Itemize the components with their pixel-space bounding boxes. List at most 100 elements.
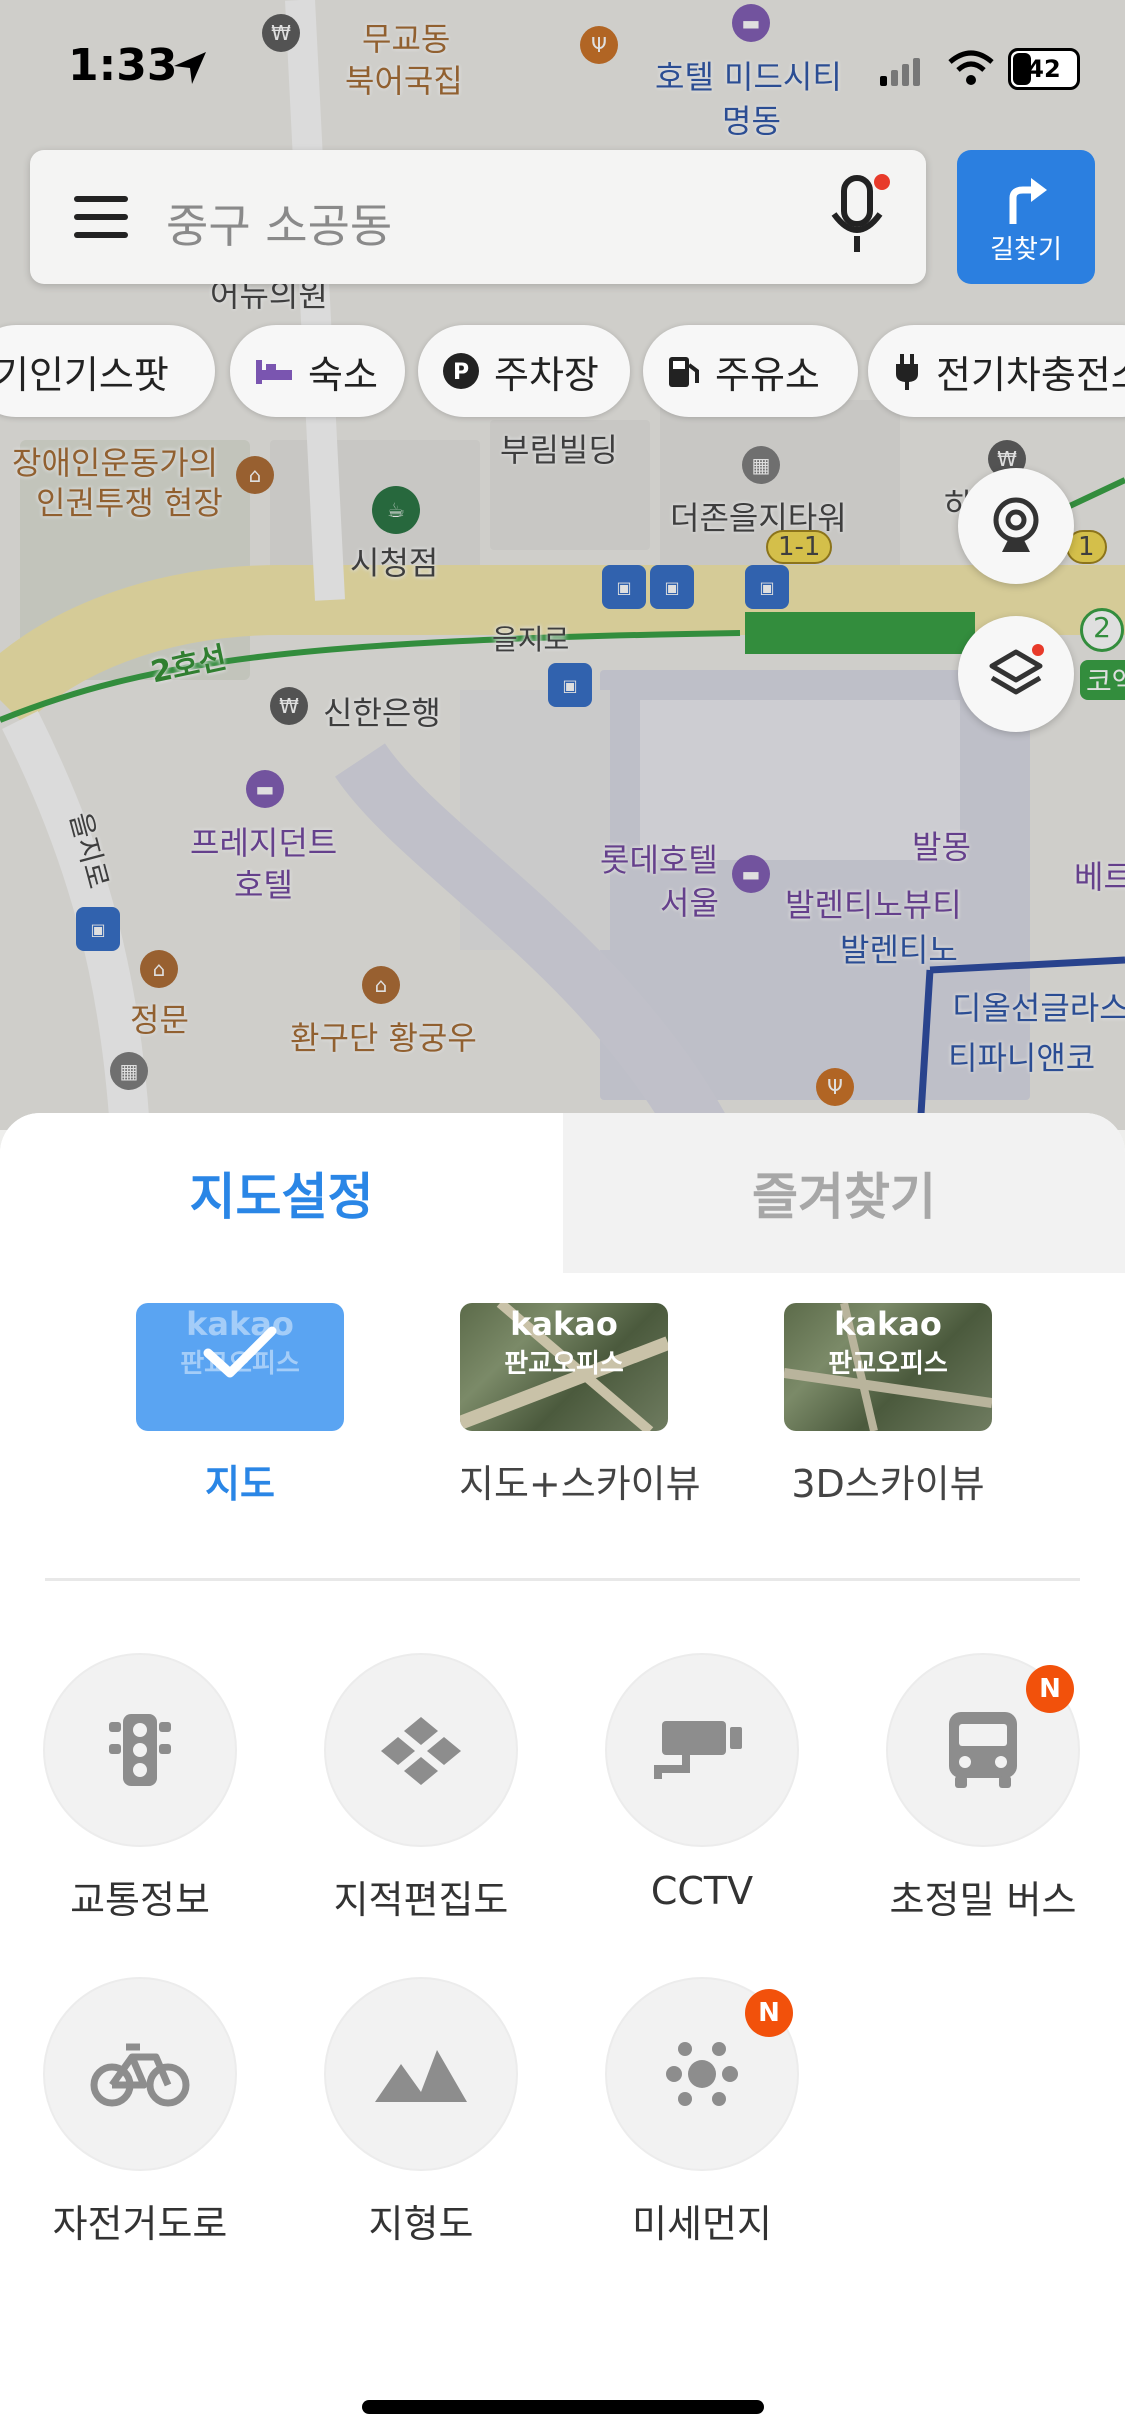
layer-bicycle[interactable]: 자전거도로 xyxy=(40,1977,240,2248)
map-type-label: 3D스카이뷰 xyxy=(791,1462,985,1506)
thumbnail-subtitle: 판교오피스 xyxy=(504,1349,624,1379)
map-label: 프레지던트 xyxy=(190,824,338,862)
landmark-icon[interactable]: ⌂ xyxy=(362,966,400,1004)
chip-ev-charger[interactable]: 전기차충전소 xyxy=(868,325,1125,417)
hotel-icon[interactable]: ▬ xyxy=(246,770,284,808)
layer-fine-dust[interactable]: N 미세먼지 xyxy=(602,1977,802,2248)
chip-label: 주유소 xyxy=(715,352,820,397)
layer-label: 교통정보 xyxy=(70,1878,210,1922)
search-input[interactable]: 중구 소공동 xyxy=(166,190,392,256)
search-bar[interactable]: 중구 소공동 xyxy=(30,150,926,284)
mountain-icon xyxy=(324,1977,518,2171)
layer-cctv[interactable]: CCTV xyxy=(602,1653,802,1913)
map-label: 디올선글라스 xyxy=(952,989,1125,1027)
battery-icon: 42 xyxy=(1008,48,1080,90)
bicycle-icon xyxy=(43,1977,237,2171)
landmark-icon[interactable]: ⌂ xyxy=(236,456,274,494)
hotel-icon[interactable]: ▬ xyxy=(732,855,770,893)
map-label: 정문 xyxy=(130,1001,189,1039)
map-label: 시청점 xyxy=(350,544,439,582)
divider xyxy=(45,1578,1080,1581)
subway-station-badge: 2 xyxy=(1080,608,1124,652)
layer-precise-bus[interactable]: N 초정밀 버스 xyxy=(883,1653,1083,1924)
starbucks-icon[interactable]: ☕ xyxy=(372,486,420,534)
status-bar: 1:33 42 xyxy=(0,0,1125,130)
map-label: 서울 xyxy=(660,884,719,922)
layer-label: CCTV xyxy=(650,1869,754,1913)
layer-terrain[interactable]: 지형도 xyxy=(321,1977,521,2248)
map-type-basic[interactable]: kakao 판교오피스 지도 xyxy=(135,1303,345,1508)
menu-icon[interactable] xyxy=(74,194,130,240)
chip-lodging[interactable]: 숙소 xyxy=(230,325,405,417)
layer-label: 지적편집도 xyxy=(333,1878,509,1922)
bus-stop-icon[interactable]: ▣ xyxy=(602,565,646,609)
map-type-3d-skyview[interactable]: kakao 판교오피스 3D스카이뷰 xyxy=(783,1303,993,1508)
bus-stop-icon[interactable]: ▣ xyxy=(76,907,120,951)
map-label: 환구단 황궁우 xyxy=(290,1019,477,1057)
bed-icon xyxy=(254,356,294,386)
chip-label: 전기차충전소 xyxy=(936,352,1125,397)
map-label: 베르 xyxy=(1074,858,1125,896)
checkmark-icon xyxy=(203,1326,277,1378)
chip-label: 숙소 xyxy=(308,352,378,397)
home-indicator[interactable] xyxy=(362,2400,764,2414)
chip-popular-spots[interactable]: 기 인기스팟 xyxy=(0,325,215,417)
map-label: 신한은행 xyxy=(323,694,441,732)
fuel-pump-icon xyxy=(667,353,701,389)
map-type-label: 지도 xyxy=(205,1462,275,1506)
map-label: 티파니앤코 xyxy=(948,1039,1096,1077)
landmark-icon[interactable]: ⌂ xyxy=(140,950,178,988)
layer-cadastral[interactable]: 지적편집도 xyxy=(321,1653,521,1924)
turn-right-arrow-icon xyxy=(1009,178,1047,224)
map-type-thumbnail: kakao 판교오피스 xyxy=(136,1303,344,1431)
map-type-skyview[interactable]: kakao 판교오피스 지도+스카이뷰 xyxy=(459,1303,701,1508)
chip-parking[interactable]: P 주차장 xyxy=(418,325,630,417)
restaurant-icon[interactable]: Ψ xyxy=(816,1068,854,1106)
webcam-icon xyxy=(993,497,1039,552)
battery-level: 42 xyxy=(1027,55,1061,83)
layer-traffic[interactable]: 교통정보 xyxy=(40,1653,240,1924)
bus-stop-icon[interactable]: ▣ xyxy=(745,565,789,609)
map-layers-button[interactable] xyxy=(958,616,1074,732)
directions-button[interactable]: 길찾기 xyxy=(957,150,1095,284)
traffic-light-icon xyxy=(43,1653,237,1847)
tab-favorites[interactable]: 즐겨찾기 xyxy=(563,1113,1125,1273)
map-label: 인권투쟁 현장 xyxy=(36,484,223,522)
thumbnail-subtitle: 판교오피스 xyxy=(828,1349,948,1379)
map-label: 발렌티노뷰티 xyxy=(785,886,962,924)
cctv-view-button[interactable] xyxy=(958,468,1074,584)
microphone-icon[interactable] xyxy=(824,172,894,262)
parking-icon: P xyxy=(442,352,480,390)
map-label: 코엑 xyxy=(1080,660,1125,700)
map-settings-sheet: 지도설정 즐겨찾기 kakao 판교오피스 지도 kakao 판교오피스 지도+… xyxy=(0,1113,1125,2436)
directions-label: 길찾기 xyxy=(990,235,1062,265)
layers-icon xyxy=(989,644,1044,695)
layer-label: 지형도 xyxy=(368,2202,474,2246)
bus-stop-icon[interactable]: ▣ xyxy=(548,663,592,707)
cctv-icon xyxy=(605,1653,799,1847)
ev-plug-icon xyxy=(892,352,922,390)
tab-map-settings[interactable]: 지도설정 xyxy=(0,1113,563,1273)
building-icon[interactable]: ▦ xyxy=(110,1052,148,1090)
layer-label: 미세먼지 xyxy=(632,2202,772,2246)
building-icon[interactable]: ▦ xyxy=(742,446,780,484)
signal-icon xyxy=(880,58,920,86)
bus-icon: N xyxy=(886,1653,1080,1847)
layer-label: 초정밀 버스 xyxy=(889,1878,1077,1922)
map-label: 부림빌딩 xyxy=(500,431,618,469)
wifi-icon xyxy=(948,50,994,85)
thumbnail-brand: kakao xyxy=(834,1305,942,1343)
bus-stop-icon[interactable]: ▣ xyxy=(650,565,694,609)
svg-text:P: P xyxy=(453,360,469,385)
map-type-thumbnail: kakao 판교오피스 xyxy=(784,1303,992,1431)
chip-gas-station[interactable]: 주유소 xyxy=(643,325,858,417)
map-label: 호텔 xyxy=(234,866,293,904)
new-badge: N xyxy=(1026,1665,1074,1713)
map-label: 롯데호텔 xyxy=(600,841,718,879)
cadastral-map-icon xyxy=(324,1653,518,1847)
bank-icon[interactable]: ₩ xyxy=(270,687,308,725)
map-type-thumbnail: kakao 판교오피스 xyxy=(460,1303,668,1431)
map-type-label: 지도+스카이뷰 xyxy=(459,1462,701,1506)
layer-label: 자전거도로 xyxy=(52,2202,228,2246)
chip-label: 인기스팟 xyxy=(28,352,169,397)
